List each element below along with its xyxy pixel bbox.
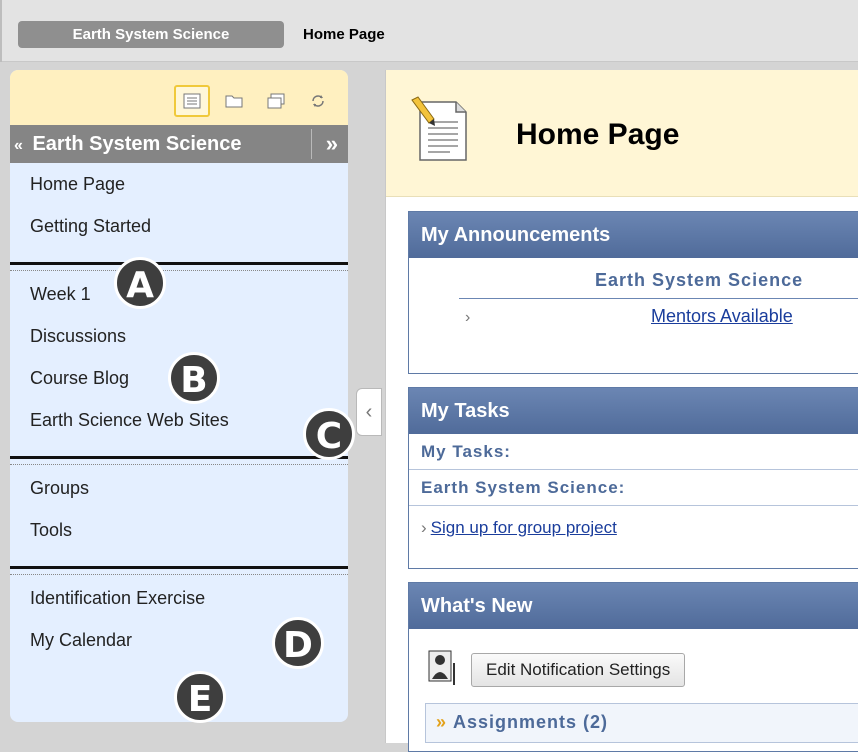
whats-new-module: What's New Edit Notification Settings » A… [408, 582, 858, 752]
menu-item-earth-science-web-sites[interactable]: Earth Science Web Sites [10, 399, 348, 441]
collapse-menu-handle[interactable]: ‹ [356, 388, 382, 436]
menu-item-home-page[interactable]: Home Page [10, 163, 348, 205]
assignments-section[interactable]: » Assignments (2) [425, 703, 858, 743]
list-view-icon[interactable] [174, 85, 210, 117]
document-pencil-icon [410, 96, 474, 169]
new-window-icon[interactable] [258, 85, 294, 117]
main-content: Home Page My Announcements Earth System … [385, 70, 858, 752]
course-menu-toolbar [10, 70, 348, 125]
chevron-right-icon: › [421, 518, 427, 537]
menu-item-getting-started[interactable]: Getting Started [10, 205, 348, 247]
expand-right-icon[interactable]: » [326, 125, 338, 163]
callout-badge-a: A [114, 257, 166, 309]
chevron-down-icon: » [436, 712, 448, 732]
tasks-course-label: Earth System Science: [409, 470, 858, 506]
whats-new-header[interactable]: What's New [409, 583, 858, 629]
refresh-icon[interactable] [300, 85, 336, 117]
callout-badge-c: C [303, 408, 355, 460]
topbar-edge [0, 0, 2, 62]
callout-badge-e: E [174, 671, 226, 723]
tasks-header[interactable]: My Tasks [409, 388, 858, 434]
breadcrumb-current-page: Home Page [303, 26, 385, 43]
chevron-left-icon: ‹ [365, 400, 373, 423]
menu-item-identification-exercise[interactable]: Identification Exercise [10, 577, 348, 619]
announcements-module: My Announcements Earth System Science › … [408, 211, 858, 374]
tasks-label: My Tasks: [409, 434, 858, 470]
course-menu-header[interactable]: « Earth System Science » [10, 125, 348, 163]
task-link[interactable]: Sign up for group project [431, 518, 617, 537]
collapse-up-icon[interactable]: « [14, 137, 23, 154]
assignments-label: Assignments (2) [453, 712, 609, 732]
callout-badge-b: B [168, 352, 220, 404]
announcement-course-label: Earth System Science [595, 270, 804, 290]
menu-item-discussions[interactable]: Discussions [10, 315, 348, 357]
announcement-divider [459, 298, 858, 299]
menu-divider [10, 453, 348, 467]
breadcrumb: Earth System Science Home Page [0, 0, 858, 62]
page-title: Home Page [516, 118, 680, 151]
menu-item-tools[interactable]: Tools [10, 509, 348, 551]
callout-badge-d: D [272, 617, 324, 669]
menu-item-groups[interactable]: Groups [10, 467, 348, 509]
folder-view-icon[interactable] [216, 85, 252, 117]
announcements-header[interactable]: My Announcements [409, 212, 858, 258]
announcement-link[interactable]: Mentors Available [651, 306, 793, 327]
menu-divider [10, 259, 348, 273]
breadcrumb-course-button[interactable]: Earth System Science [18, 21, 284, 48]
tasks-module: My Tasks My Tasks: Earth System Science:… [408, 387, 858, 569]
edit-notification-settings-button[interactable]: Edit Notification Settings [471, 653, 686, 687]
menu-divider [10, 563, 348, 577]
header-separator [311, 129, 312, 159]
menu-item-week-1[interactable]: Week 1 [10, 273, 348, 315]
chevron-right-icon: › [465, 309, 471, 326]
course-menu-title: Earth System Science [32, 133, 242, 155]
task-item: › Sign up for group project [409, 506, 858, 542]
notification-settings-icon [427, 649, 457, 692]
page-header: Home Page [386, 70, 858, 197]
